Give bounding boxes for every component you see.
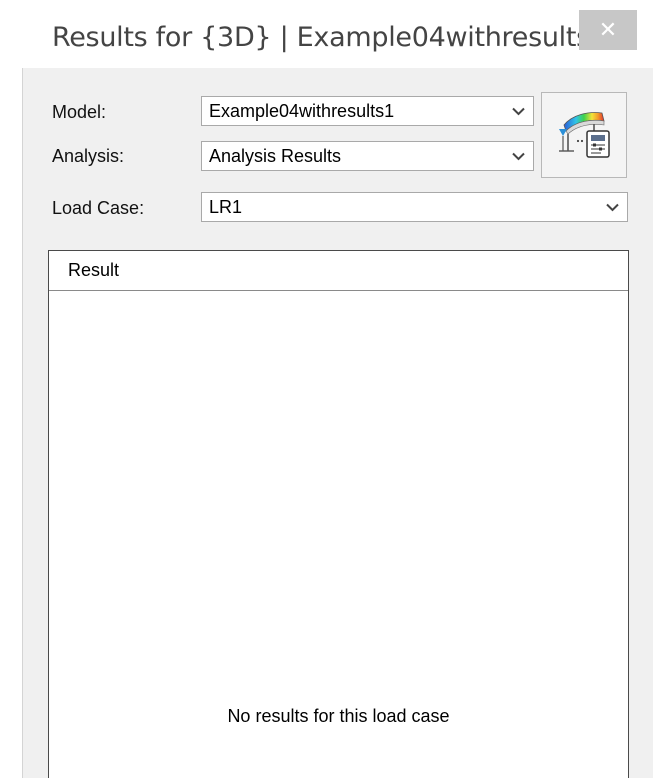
chevron-down-icon [511,97,525,125]
model-label: Model: [52,102,107,122]
analysis-value: Analysis Results [209,146,342,166]
result-column-label: Result [68,260,120,280]
analysis-label: Analysis: [52,146,125,166]
model-value: Example04withresults1 [209,101,395,121]
results-display-settings-icon [559,112,610,158]
title-bar: Results for {3D} | Example04withresults … [0,0,653,66]
close-button[interactable]: ✕ [579,10,637,50]
loadcase-dropdown[interactable]: LR1 [201,192,628,222]
results-display-settings-button[interactable] [541,92,627,178]
loadcase-value: LR1 [209,197,243,217]
chevron-down-icon [511,142,525,170]
model-dropdown[interactable]: Example04withresults1 [201,96,534,126]
empty-results-message: No results for this load case [227,706,450,726]
analysis-dropdown[interactable]: Analysis Results [201,141,534,171]
close-icon: ✕ [598,17,618,42]
loadcase-label: Load Case: [52,198,145,218]
chevron-down-icon [605,193,619,221]
window-title: Results for {3D} | Example04withresults [52,22,590,53]
results-window: Results for {3D} | Example04withresults … [0,0,653,778]
result-column-header[interactable]: Result [49,251,628,291]
results-table[interactable]: Result No results for this load case [48,250,629,778]
